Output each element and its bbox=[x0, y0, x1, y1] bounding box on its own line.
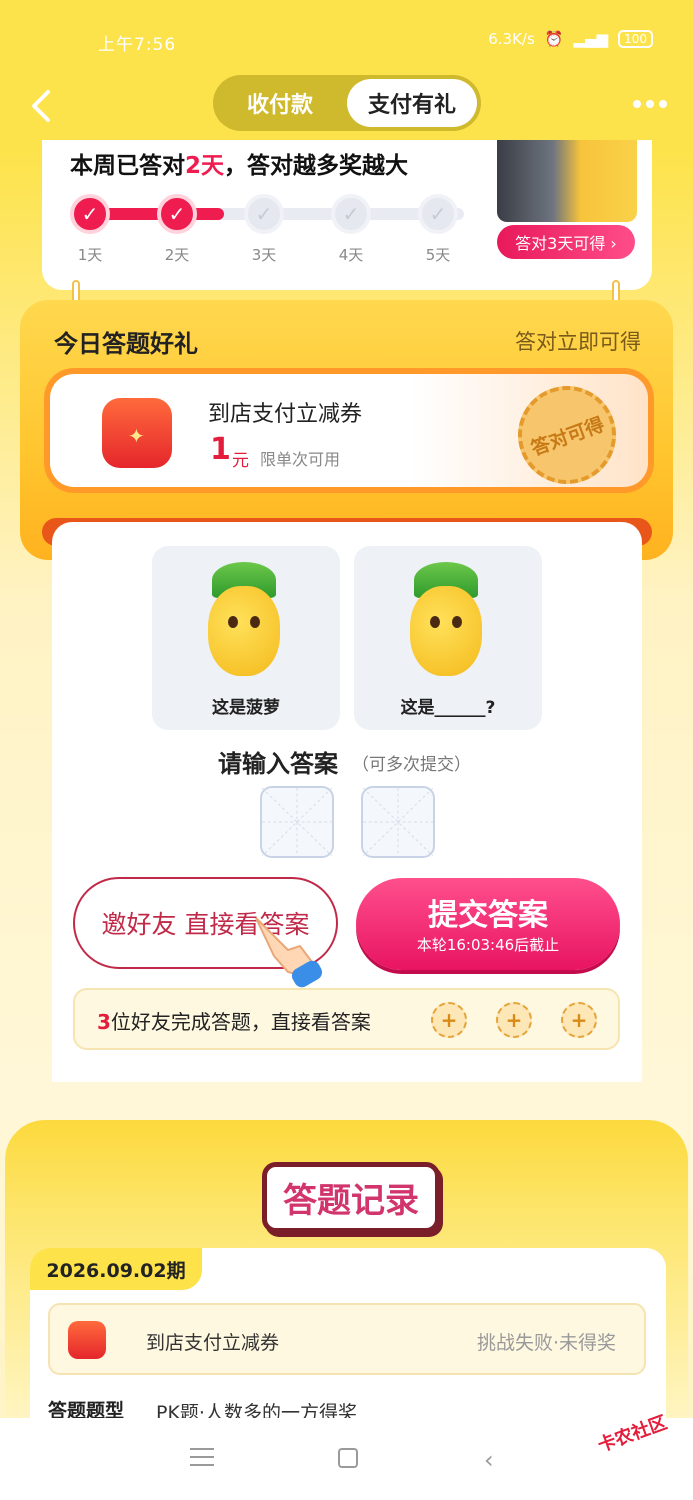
answer-char-input[interactable] bbox=[361, 786, 435, 858]
stamp-badge: 答对可得 bbox=[504, 372, 630, 498]
running-pineapple-image: 这是______? bbox=[354, 546, 542, 730]
back-nav-icon[interactable]: ‹ bbox=[484, 1446, 494, 1474]
week-title: 本周已答对2天，答对越多奖越大 bbox=[70, 153, 409, 179]
signal-icon: ▂▄▆ bbox=[573, 30, 609, 48]
more-icon[interactable] bbox=[633, 100, 667, 108]
check-icon: ✓ bbox=[331, 194, 371, 234]
record-row[interactable]: 到店支付立减券 挑战失败·未得奖 bbox=[48, 1303, 646, 1375]
status-time: 上午7:56 bbox=[98, 35, 177, 55]
add-friend-slot[interactable]: + bbox=[496, 1002, 532, 1038]
tab-receive-pay[interactable]: 收付款 bbox=[213, 75, 347, 131]
back-icon[interactable] bbox=[22, 86, 62, 126]
coupon-note: 限单次可用 bbox=[260, 450, 341, 469]
system-nav-bar: ‹ bbox=[0, 1418, 693, 1500]
gift-title: 今日答题好礼 bbox=[54, 330, 198, 358]
alarm-icon: ⏰ bbox=[544, 30, 564, 48]
menu-icon[interactable] bbox=[190, 1448, 214, 1468]
submit-answer-button[interactable]: 提交答案 本轮16:03:46后截止 bbox=[356, 878, 620, 970]
coupon-card: ✦ 到店支付立减券 1 元 限单次可用 答对可得 bbox=[44, 368, 654, 498]
pointing-hand-icon bbox=[248, 910, 328, 990]
red-packet-icon bbox=[68, 1321, 106, 1359]
pic-label: 这是______? bbox=[400, 698, 496, 718]
record-prize-name: 到店支付立减券 bbox=[146, 1332, 280, 1354]
battery-icon: 100 bbox=[618, 30, 653, 48]
submit-deadline: 本轮16:03:46后截止 bbox=[416, 936, 560, 954]
pineapple-image: 这是菠萝 bbox=[152, 546, 340, 730]
tab-pay-gift[interactable]: 支付有礼 bbox=[347, 79, 477, 127]
add-friend-slot[interactable]: + bbox=[561, 1002, 597, 1038]
friends-text: 3位好友完成答题，直接看答案 bbox=[97, 1010, 371, 1034]
phone-prize-image bbox=[497, 140, 637, 222]
check-icon: ✓ bbox=[244, 194, 284, 234]
answer-title: 请输入答案 bbox=[218, 750, 338, 778]
red-packet-icon: ✦ bbox=[86, 384, 188, 484]
check-icon: ✓ bbox=[70, 194, 110, 234]
answer-subtitle: （可多次提交） bbox=[352, 755, 471, 775]
check-icon: ✓ bbox=[157, 194, 197, 234]
submit-label: 提交答案 bbox=[428, 898, 548, 933]
pic-label: 这是菠萝 bbox=[212, 698, 280, 718]
home-icon[interactable] bbox=[338, 1448, 358, 1468]
quiz-card: 这是菠萝 这是______? 请输入答案 （可多次提交） 邀好友 直接看答案 提… bbox=[52, 522, 642, 1082]
friends-progress-bar: 3位好友完成答题，直接看答案 + + + bbox=[73, 988, 620, 1050]
day-label: 1天 bbox=[77, 246, 103, 264]
gift-subtitle: 答对立即可得 bbox=[515, 330, 641, 354]
coupon-value: 1 bbox=[210, 432, 231, 467]
coupon-name: 到店支付立减券 bbox=[208, 402, 363, 427]
day-label: 3天 bbox=[251, 246, 277, 264]
answer-char-input[interactable] bbox=[260, 786, 334, 858]
network-speed: 6.3K/s bbox=[488, 30, 535, 48]
record-status: 挑战失败·未得奖 bbox=[476, 1332, 616, 1354]
period-tag: 2026.09.02期 bbox=[30, 1248, 202, 1290]
promo-button[interactable]: 答对3天可得 › bbox=[497, 225, 635, 259]
check-icon: ✓ bbox=[418, 194, 458, 234]
status-indicators: 6.3K/s ⏰ ▂▄▆ 100 bbox=[488, 30, 653, 48]
status-bar: 上午7:56 6.3K/s ⏰ ▂▄▆ 100 bbox=[0, 0, 693, 70]
day-label: 2天 bbox=[164, 246, 190, 264]
coupon-unit: 元 bbox=[232, 451, 249, 471]
day-label: 4天 bbox=[338, 246, 364, 264]
record-title: 答题记录 bbox=[262, 1162, 440, 1233]
tab-switcher: 收付款 支付有礼 bbox=[213, 75, 481, 131]
week-progress-card: 本周已答对2天，答对越多奖越大 ✓ ✓ ✓ ✓ ✓ 1天 2天 3天 4天 5天… bbox=[42, 140, 652, 290]
day-label: 5天 bbox=[425, 246, 451, 264]
add-friend-slot[interactable]: + bbox=[431, 1002, 467, 1038]
